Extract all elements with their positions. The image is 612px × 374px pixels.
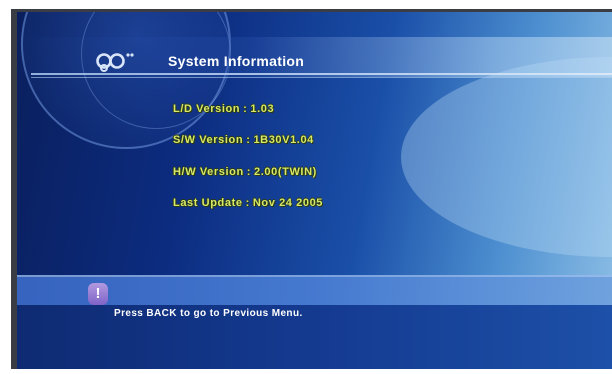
sw-version-row: S/W Version:1B30V1.04 [173, 134, 314, 146]
last-update-value: Nov 24 2005 [252, 197, 324, 209]
footer-area [11, 305, 612, 369]
hw-version-row: H/W Version:2.00(TWIN) [173, 166, 317, 178]
decorative-swoosh [401, 57, 612, 257]
page-title: System Information [168, 53, 305, 69]
exclamation-icon: ! [88, 283, 108, 305]
screen-top-bezel [11, 9, 612, 12]
ld-version-separator: : [243, 103, 248, 115]
screen-left-bezel [11, 9, 17, 369]
sw-version-label: S/W Version [173, 134, 244, 146]
hw-version-label: H/W Version [173, 166, 244, 178]
system-information-screen: System Information L/D Version:1.03 S/W … [11, 9, 612, 369]
last-update-separator: : [245, 197, 250, 209]
last-update-label: Last Update [173, 197, 243, 209]
header-divider-thin [31, 77, 612, 78]
header-divider [31, 73, 612, 75]
circles-logo-icon [96, 53, 134, 72]
sw-version-value: 1B30V1.04 [253, 134, 314, 146]
ld-version-label: L/D Version [173, 103, 241, 115]
last-update-row: Last Update: Nov 24 2005 [173, 197, 323, 209]
back-hint-text: Press BACK to go to Previous Menu. [114, 308, 303, 319]
tv-frame: System Information L/D Version:1.03 S/W … [0, 0, 612, 374]
sw-version-separator: : [246, 134, 251, 146]
ld-version-value: 1.03 [250, 103, 275, 115]
hw-version-separator: : [246, 166, 252, 178]
hw-version-value: 2.00(TWIN) [254, 166, 317, 178]
ld-version-row: L/D Version:1.03 [173, 103, 274, 115]
